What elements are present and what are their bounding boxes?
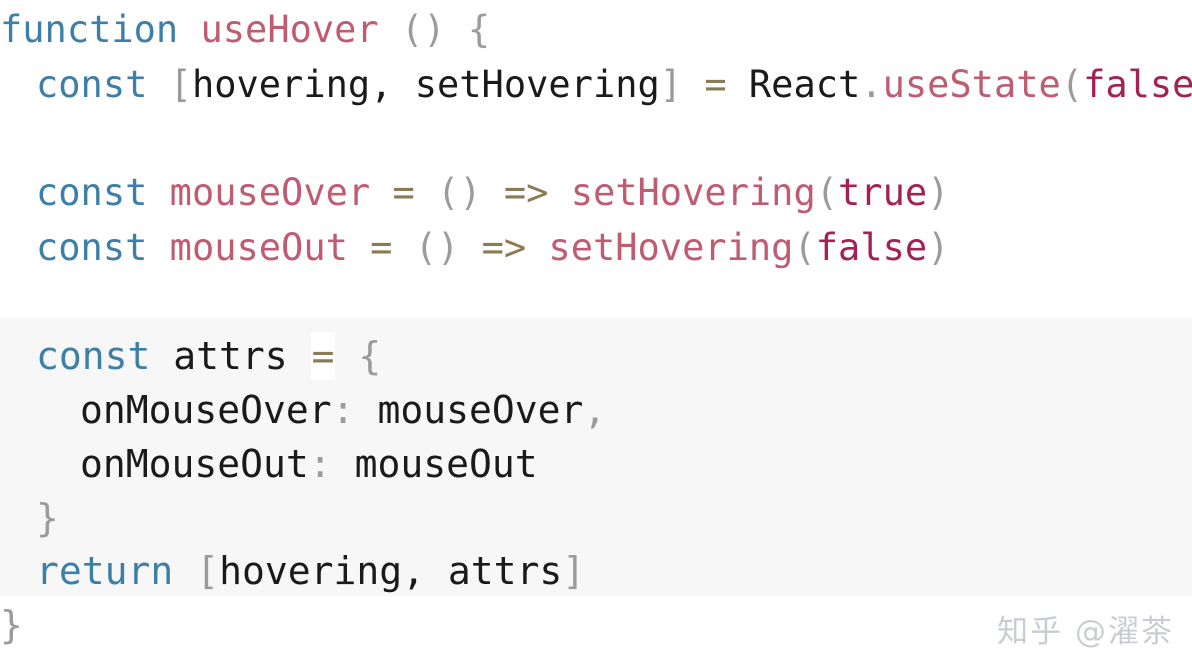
token-value-mouseover: mouseOver xyxy=(377,388,584,432)
token-paren-open: ( xyxy=(1060,63,1084,106)
token-value-mouseout: mouseOut xyxy=(354,442,538,486)
token-brace-close: } xyxy=(36,496,59,540)
token-brace-open: { xyxy=(358,334,382,378)
token-function-name-usehover: useHover xyxy=(200,8,379,51)
token-bracket-open: [ xyxy=(196,549,220,593)
token-operator-arrow: => xyxy=(481,226,527,269)
token-boolean-false: false xyxy=(815,226,928,269)
code-line-2: const [hovering, setHovering] = React.us… xyxy=(36,66,1192,103)
token-keyword-const: const xyxy=(36,171,148,214)
token-call-sethovering: setHovering xyxy=(548,226,794,269)
token-method-usestate: useState xyxy=(882,63,1061,106)
token-comma: , xyxy=(370,63,393,106)
code-line-10: } xyxy=(0,606,23,644)
token-bracket-open: [ xyxy=(169,63,192,106)
token-bracket-close: ] xyxy=(562,549,586,593)
token-comma: , xyxy=(402,549,425,593)
token-dot: . xyxy=(860,63,883,106)
token-keyword-function: function xyxy=(0,8,179,51)
token-comma: , xyxy=(583,388,607,432)
token-boolean-false: false xyxy=(1083,63,1192,106)
token-brace-close: } xyxy=(0,603,23,647)
code-line-9: return [hovering, attrs] xyxy=(36,552,585,590)
token-paren-close: ) xyxy=(927,171,950,214)
code-line-6: onMouseOver: mouseOver, xyxy=(80,391,606,429)
token-operator-equals: = xyxy=(392,171,415,214)
token-call-sethovering: setHovering xyxy=(570,171,816,214)
token-colon: : xyxy=(308,442,332,486)
token-bracket-close: ] xyxy=(659,63,683,106)
token-keyword-const: const xyxy=(36,63,148,106)
token-identifier-attrs: attrs xyxy=(447,549,563,593)
token-property-onmouseover: onMouseOver xyxy=(80,388,332,432)
code-editor-surface: function useHover () { const [hovering, … xyxy=(0,0,1192,660)
token-identifier-sethovering: setHovering xyxy=(414,63,660,106)
token-identifier-mouseout: mouseOut xyxy=(169,226,348,269)
token-parens-empty: () xyxy=(414,226,460,269)
token-keyword-return: return xyxy=(36,549,174,593)
token-identifier-mouseover: mouseOver xyxy=(169,171,371,214)
token-paren-close: ) xyxy=(927,226,950,269)
token-operator-arrow: => xyxy=(503,171,549,214)
zhihu-watermark: 知乎 @濯茶 xyxy=(997,614,1174,650)
token-operator-equals-highlighted: = xyxy=(310,332,336,380)
token-property-onmouseout: onMouseOut xyxy=(80,442,309,486)
token-operator-equals: = xyxy=(704,63,727,106)
token-identifier-hovering: hovering xyxy=(219,549,403,593)
token-keyword-const: const xyxy=(36,334,151,378)
token-paren-open: ( xyxy=(815,171,839,214)
token-identifier-hovering: hovering xyxy=(191,63,371,106)
code-line-4: const mouseOut = () => setHovering(false… xyxy=(36,229,949,266)
code-line-3: const mouseOver = () => setHovering(true… xyxy=(36,174,949,211)
code-line-7: onMouseOut: mouseOut xyxy=(80,445,538,483)
token-operator-equals: = xyxy=(370,226,393,269)
code-line-5: const attrs = { xyxy=(36,332,382,380)
token-parens-empty: () xyxy=(437,171,482,214)
token-identifier-attrs: attrs xyxy=(173,334,288,378)
token-identifier-react: React xyxy=(748,63,861,106)
code-line-8: } xyxy=(36,499,59,537)
token-keyword-const: const xyxy=(36,226,148,269)
token-parens-empty: () xyxy=(401,8,446,51)
token-paren-open: ( xyxy=(793,226,816,269)
code-line-1: function useHover () { xyxy=(0,11,490,48)
token-brace-open: { xyxy=(467,8,491,51)
token-colon: : xyxy=(331,388,355,432)
token-boolean-true: true xyxy=(838,171,928,214)
